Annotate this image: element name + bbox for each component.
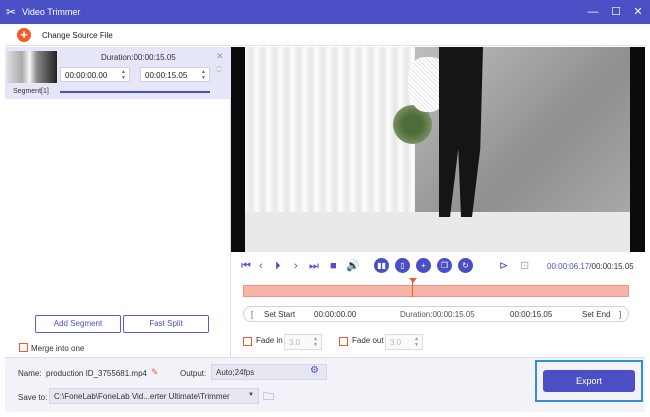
spinner-icon[interactable]: ▲ ▼ — [313, 336, 318, 348]
volume-icon[interactable]: 🔊 — [346, 260, 360, 272]
time-display: 00:00:06.17/00:00:15.05 — [547, 262, 634, 271]
left-bracket-icon[interactable]: [ — [251, 310, 253, 319]
segment-panel: Segment[1] Duration:00:00:15.05 00:00:00… — [5, 47, 231, 357]
file-name: production ID_3755681.mp4 — [46, 369, 147, 378]
save-path-value: C:\FoneLab\FoneLab Vid...erter Ultimate\… — [54, 392, 230, 401]
fade-in-label: Fade in — [256, 336, 283, 345]
set-end-button[interactable]: Set End — [582, 310, 610, 319]
segment-start-value: 00:00:00.00 — [65, 71, 108, 80]
change-source-file-button[interactable]: Change Source File — [42, 31, 113, 40]
playhead-handle[interactable] — [409, 278, 417, 283]
play-icon[interactable]: ⏵ — [275, 260, 281, 272]
fade-in-value: 3.0 — [289, 338, 301, 347]
window-title: Video Trimmer — [22, 7, 81, 17]
name-label: Name: — [18, 369, 42, 378]
skip-end-icon[interactable]: ⏭ — [309, 260, 319, 272]
floor — [245, 212, 630, 252]
export-button[interactable]: Export — [543, 370, 635, 392]
total-time: /00:00:15.05 — [589, 262, 634, 271]
minimize-button[interactable]: — — [585, 4, 601, 20]
segment-end-input[interactable]: 00:00:15.05 ▲ ▼ — [140, 67, 210, 82]
segment-duration: Duration:00:00:15.05 — [101, 53, 176, 62]
trim-end-input[interactable]: 00:00:15.05 — [510, 310, 552, 319]
playhead[interactable] — [412, 279, 413, 297]
app-logo-icon: ✂ — [6, 5, 17, 19]
play-selection-icon[interactable]: ⊳ — [499, 260, 508, 272]
trim-controls: [ Set Start 00:00:00.00 Duration:00:00:1… — [243, 306, 629, 322]
output-label: Output: — [180, 369, 207, 378]
add-icon[interactable]: + — [17, 28, 31, 42]
playback-controls: ⏮ ‹ ⏵ › ⏭ ■ 🔊 ▮▮ ▯ + ❐ ↻ ⊳ ⊡ 00:00:06.17… — [231, 252, 645, 282]
delete-icon[interactable]: ▯ — [395, 258, 410, 273]
fade-out-label: Fade out — [352, 336, 384, 345]
current-time: 00:00:06.17 — [547, 262, 590, 271]
snapshot-icon[interactable]: ⊡ — [520, 260, 529, 272]
segment-end-value: 00:00:15.05 — [145, 71, 188, 80]
segment-progress-bar — [60, 91, 210, 93]
settings-gear-icon[interactable]: ⚙ — [310, 365, 319, 376]
skip-start-icon[interactable]: ⏮ — [241, 260, 251, 272]
fade-in-input[interactable]: 3.0 ▲ ▼ — [284, 334, 322, 350]
timeline-track[interactable] — [243, 285, 629, 297]
segment-thumbnail — [7, 51, 57, 83]
move-down-icon[interactable]: ﹀ — [216, 68, 222, 77]
chevron-down-icon: ▼ — [248, 392, 254, 398]
split-icon[interactable]: ▮▮ — [374, 258, 389, 273]
fade-out-value: 3.0 — [390, 338, 402, 347]
output-format-value: Auto;24fps — [216, 368, 255, 377]
add-clip-icon[interactable]: + — [416, 258, 431, 273]
merge-label: Merge into one — [31, 344, 85, 353]
trim-duration: Duration:00:00:15.05 — [400, 310, 475, 319]
add-segment-button[interactable]: Add Segment — [35, 315, 121, 333]
reset-icon[interactable]: ↻ — [458, 258, 473, 273]
stop-icon[interactable]: ■ — [330, 260, 337, 272]
video-frame — [245, 47, 630, 252]
fast-split-button[interactable]: Fast Split — [123, 315, 209, 333]
spinner-icon[interactable]: ▲ ▼ — [414, 336, 419, 348]
next-frame-icon[interactable]: › — [294, 260, 298, 272]
edit-name-icon[interactable]: ✎ — [151, 367, 159, 378]
save-to-label: Save to: — [18, 393, 48, 402]
spinner-icon[interactable]: ▲ ▼ — [201, 69, 206, 81]
set-start-button[interactable]: Set Start — [264, 310, 295, 319]
segment-item[interactable]: Segment[1] Duration:00:00:15.05 00:00:00… — [5, 47, 231, 99]
title-bar: ✂ Video Trimmer — ☐ ✕ — [0, 0, 650, 24]
save-path-select[interactable]: C:\FoneLab\FoneLab Vid...erter Ultimate\… — [49, 388, 259, 404]
trim-start-input[interactable]: 00:00:00.00 — [314, 310, 356, 319]
folder-icon[interactable]: 🗀 — [263, 388, 274, 407]
segment-label: Segment[1] — [13, 88, 49, 95]
toolbar: + Change Source File — [5, 24, 645, 46]
right-bracket-icon[interactable]: ] — [619, 310, 621, 319]
copy-icon[interactable]: ❐ — [437, 258, 452, 273]
close-button[interactable]: ✕ — [630, 4, 646, 20]
fade-out-checkbox[interactable] — [339, 337, 348, 346]
merge-checkbox[interactable] — [19, 343, 28, 352]
spinner-icon[interactable]: ▲ ▼ — [121, 69, 126, 81]
previous-frame-icon[interactable]: ‹ — [259, 260, 263, 272]
fade-in-checkbox[interactable] — [243, 337, 252, 346]
fade-out-input[interactable]: 3.0 ▲ ▼ — [385, 334, 423, 350]
segment-start-input[interactable]: 00:00:00.00 ▲ ▼ — [60, 67, 130, 82]
maximize-button[interactable]: ☐ — [608, 4, 624, 20]
video-preview — [231, 47, 645, 252]
